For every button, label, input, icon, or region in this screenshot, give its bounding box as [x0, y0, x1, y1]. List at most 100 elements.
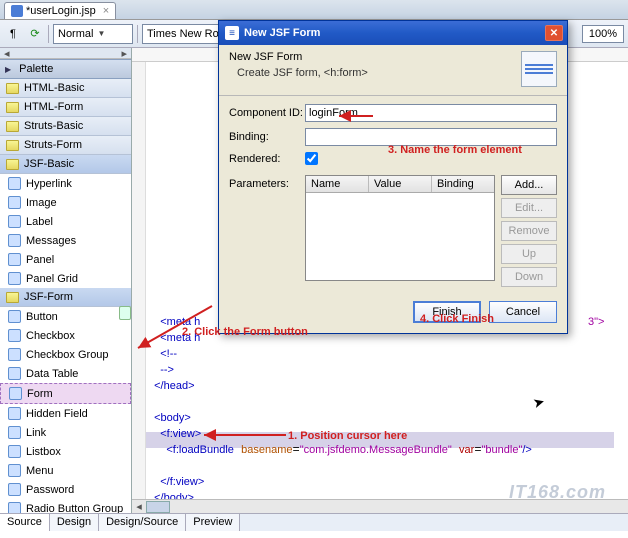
font-combo-value: Times New Rom — [147, 28, 228, 40]
palette-item-link[interactable]: Link — [0, 423, 131, 442]
tab-design-source[interactable]: Design/Source — [99, 514, 186, 531]
finish-button[interactable]: Finish — [413, 301, 481, 323]
pilcrow-button[interactable]: ¶ — [4, 25, 22, 43]
cancel-button[interactable]: Cancel — [489, 301, 557, 323]
palette-item-messages[interactable]: Messages — [0, 231, 131, 250]
palette-item-label[interactable]: Label — [0, 212, 131, 231]
component-id-label: Component ID: — [229, 107, 305, 119]
link-icon — [8, 426, 21, 439]
drawer-struts-basic[interactable]: Struts-Basic — [0, 117, 131, 136]
rendered-label: Rendered: — [229, 153, 305, 165]
image-icon — [8, 196, 21, 209]
palette-title: Palette — [19, 63, 53, 75]
close-tab-icon[interactable]: × — [103, 5, 109, 17]
palette-item-listbox[interactable]: Listbox — [0, 442, 131, 461]
add-button[interactable]: Add... — [501, 175, 557, 195]
data-table-icon — [8, 367, 21, 380]
drawer-html-form[interactable]: HTML-Form — [0, 98, 131, 117]
parameters-table[interactable]: Name Value Binding — [305, 175, 495, 281]
panel-icon — [8, 253, 21, 266]
palette-collapse-handle[interactable] — [119, 306, 131, 320]
dialog-titlebar[interactable]: ≡ New JSF Form ✕ — [219, 21, 567, 45]
radio-group-icon — [8, 502, 21, 513]
palette-item-button[interactable]: Button — [0, 307, 131, 326]
close-button[interactable]: ✕ — [545, 25, 563, 41]
palette-header[interactable]: ▶ Palette — [0, 59, 131, 79]
tab-preview[interactable]: Preview — [186, 514, 240, 531]
style-combo[interactable]: Normal ▼ — [53, 24, 133, 44]
parameters-header: Name Value Binding — [306, 176, 494, 193]
file-tab-label: *userLogin.jsp — [26, 5, 96, 17]
hyperlink-icon — [8, 177, 21, 190]
password-icon — [8, 483, 21, 496]
col-name: Name — [306, 176, 369, 192]
tab-source[interactable]: Source — [0, 514, 50, 531]
palette-item-checkbox[interactable]: Checkbox — [0, 326, 131, 345]
palette-sidebar: ◂▸ ▶ Palette HTML-Basic HTML-Form Struts… — [0, 48, 132, 513]
tab-design[interactable]: Design — [50, 514, 99, 531]
folder-icon — [6, 140, 19, 151]
chevron-right-icon: ▶ — [5, 65, 11, 74]
palette-item-radio-button-group[interactable]: Radio Button Group — [0, 499, 131, 513]
down-button[interactable]: Down — [501, 267, 557, 287]
checkbox-group-icon — [8, 348, 21, 361]
button-icon — [8, 310, 21, 323]
palette-item-checkbox-group[interactable]: Checkbox Group — [0, 345, 131, 364]
folder-icon — [6, 121, 19, 132]
palette-item-menu[interactable]: Menu — [0, 461, 131, 480]
jsp-icon — [11, 5, 23, 17]
chevron-down-icon: ▼ — [97, 29, 105, 38]
folder-icon — [6, 159, 19, 170]
dialog-icon: ≡ — [225, 26, 239, 40]
palette-item-image[interactable]: Image — [0, 193, 131, 212]
checkbox-icon — [8, 329, 21, 342]
palette-item-hyperlink[interactable]: Hyperlink — [0, 174, 131, 193]
up-button[interactable]: Up — [501, 244, 557, 264]
col-value: Value — [369, 176, 432, 192]
form-icon — [9, 387, 22, 400]
palette-item-data-table[interactable]: Data Table — [0, 364, 131, 383]
dialog-title: New JSF Form — [244, 27, 320, 39]
drawer-struts-form[interactable]: Struts-Form — [0, 136, 131, 155]
binding-input[interactable] — [305, 128, 557, 146]
gutter — [132, 62, 146, 499]
dialog-subheading: Create JSF form, <h:form> — [237, 67, 513, 79]
form-preview-icon — [521, 51, 557, 87]
scroll-thumb[interactable] — [146, 501, 170, 513]
folder-icon — [6, 102, 19, 113]
palette-item-password[interactable]: Password — [0, 480, 131, 499]
refresh-button[interactable]: ⟳ — [26, 25, 44, 43]
folder-icon — [6, 292, 19, 303]
panel-grid-icon — [8, 272, 21, 285]
palette-item-hidden-field[interactable]: Hidden Field — [0, 404, 131, 423]
zoom-value: 100% — [589, 28, 617, 40]
listbox-icon — [8, 445, 21, 458]
component-id-input[interactable] — [305, 104, 557, 122]
menu-icon — [8, 464, 21, 477]
messages-icon — [8, 234, 21, 247]
dialog-heading: New JSF Form — [229, 51, 513, 63]
edit-button[interactable]: Edit... — [501, 198, 557, 218]
new-jsf-form-dialog: ≡ New JSF Form ✕ New JSF Form Create JSF… — [218, 20, 568, 334]
drawer-html-basic[interactable]: HTML-Basic — [0, 79, 131, 98]
binding-label: Binding: — [229, 131, 305, 143]
horizontal-scrollbar[interactable]: ◂ — [132, 499, 628, 513]
folder-icon — [6, 83, 19, 94]
editor-tabs: *userLogin.jsp × — [0, 0, 628, 20]
palette-item-form[interactable]: Form — [0, 383, 131, 404]
parameters-label: Parameters: — [229, 175, 305, 190]
label-icon — [8, 215, 21, 228]
palette-item-panel-grid[interactable]: Panel Grid — [0, 269, 131, 288]
style-combo-value: Normal — [58, 28, 93, 40]
palette-scroll[interactable]: ◂▸ — [0, 48, 131, 59]
remove-button[interactable]: Remove — [501, 221, 557, 241]
col-binding: Binding — [432, 176, 494, 192]
hidden-field-icon — [8, 407, 21, 420]
zoom-combo[interactable]: 100% — [582, 25, 624, 43]
palette-item-panel[interactable]: Panel — [0, 250, 131, 269]
editor-mode-tabs: Source Design Design/Source Preview — [0, 513, 628, 531]
rendered-checkbox[interactable] — [305, 152, 318, 165]
file-tab[interactable]: *userLogin.jsp × — [4, 2, 116, 19]
drawer-jsf-form[interactable]: JSF-Form — [0, 288, 131, 307]
drawer-jsf-basic[interactable]: JSF-Basic — [0, 155, 131, 174]
